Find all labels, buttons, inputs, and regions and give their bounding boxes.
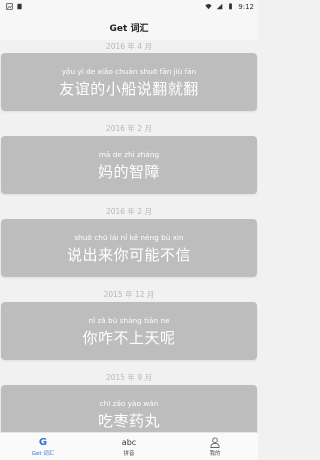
nav-tab-pinyin[interactable]: abc 拼音 <box>86 433 172 460</box>
sd-card-icon <box>16 3 23 12</box>
group-date: 2015 年 9 月 <box>105 372 152 382</box>
battery-icon <box>227 2 234 12</box>
signal-icon <box>216 3 223 12</box>
status-right: 9:12 <box>205 2 254 12</box>
card-pinyin: shuō chū lái nǐ kě néng bù xìn <box>74 232 184 242</box>
vocab-feed[interactable]: 2016 年 4 月 yǒu yì de xiǎo chuán shuō fān… <box>0 40 258 432</box>
wifi-icon <box>205 3 212 12</box>
status-bar: 9:12 <box>0 0 258 14</box>
card-pinyin: yǒu yì de xiǎo chuán shuō fān jiù fān <box>61 66 197 76</box>
vocab-group: 2016 年 2 月 mā de zhì zhàng 妈的智障 <box>0 120 258 194</box>
nav-tab-profile[interactable]: 我的 <box>172 433 258 460</box>
nav-tab-label: 拼音 <box>123 450 135 457</box>
status-time: 9:12 <box>238 3 254 11</box>
group-date: 2016 年 2 月 <box>105 206 152 216</box>
card-pinyin: mā de zhì zhàng <box>98 149 160 159</box>
card-phrase: 友谊的小船说翻就翻 <box>59 79 199 98</box>
nav-tab-vocab[interactable]: G Get 词汇 <box>0 433 86 460</box>
vocab-group: 2015 年 12 月 nǐ zǎ bù shàng tiān ne 你咋不上天… <box>0 286 258 360</box>
vocab-card[interactable]: nǐ zǎ bù shàng tiān ne 你咋不上天呢 <box>1 302 257 360</box>
group-date: 2016 年 2 月 <box>105 123 152 133</box>
card-phrase: 吃枣药丸 <box>97 411 160 430</box>
card-pinyin: chī zǎo yào wán <box>99 398 159 408</box>
status-left <box>6 2 23 12</box>
group-date: 2015 年 12 月 <box>103 289 155 299</box>
card-phrase: 说出来你可能不信 <box>66 245 191 264</box>
vocab-card[interactable]: shuō chū lái nǐ kě néng bù xìn 说出来你可能不信 <box>1 219 257 277</box>
app-bar: Get 词汇 <box>0 14 258 40</box>
g-icon: G <box>38 437 48 448</box>
vocab-group: 2016 年 2 月 shuō chū lái nǐ kě néng bù xì… <box>0 203 258 277</box>
vocab-group: 2016 年 4 月 yǒu yì de xiǎo chuán shuō fān… <box>0 40 258 111</box>
nav-tab-label: Get 词汇 <box>31 450 55 457</box>
image-notification-icon <box>6 2 13 12</box>
bottom-nav: G Get 词汇 abc 拼音 我的 <box>0 432 258 460</box>
vocab-group: 2015 年 9 月 chī zǎo yào wán 吃枣药丸 <box>0 369 258 432</box>
card-pinyin: nǐ zǎ bù shàng tiān ne <box>88 315 170 325</box>
card-phrase: 妈的智障 <box>97 162 160 181</box>
vocab-card[interactable]: yǒu yì de xiǎo chuán shuō fān jiù fān 友谊… <box>1 53 257 111</box>
group-date: 2016 年 4 月 <box>105 42 152 51</box>
abc-icon: abc <box>121 438 137 447</box>
nav-tab-label: 我的 <box>209 450 221 457</box>
vocab-card[interactable]: mā de zhì zhàng 妈的智障 <box>1 136 257 194</box>
vocab-card[interactable]: chī zǎo yào wán 吃枣药丸 <box>1 385 257 432</box>
card-phrase: 你咋不上天呢 <box>82 328 176 347</box>
person-icon <box>210 437 220 449</box>
page-title: Get 词汇 <box>109 23 149 34</box>
